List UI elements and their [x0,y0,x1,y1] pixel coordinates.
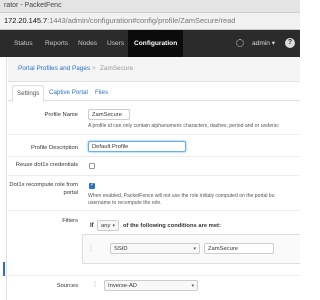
sources-label: Sources [56,283,78,289]
breadcrumb-current: ZamSecure [100,65,134,72]
dot1x-recompute-help-line1: When enabled, PacketFence will not use t… [88,193,275,199]
divider [8,175,300,176]
tab-captive-portal[interactable]: Captive Portal [45,85,92,101]
nav-reports[interactable]: Reports [45,30,68,57]
filters-if: If [90,223,94,229]
caret-down-icon: ▾ [269,40,276,47]
chevron-down-icon: ▾ [193,246,196,252]
admin-menu[interactable]: admin ▾ [252,30,275,57]
dot1x-recompute-label-line1: Dot1x recompute role from [9,182,78,188]
url-path: :1443/admin/configuration#config/profile… [47,16,236,25]
nav-users[interactable]: Users [107,30,124,57]
profile-description-field[interactable]: Default Profile [88,141,186,152]
filters-match-select[interactable]: any ▾ [97,220,119,231]
profile-name-help: A profile id can only contain alphanumer… [88,123,279,129]
dot1x-recompute-checkbox[interactable] [89,182,95,189]
filter-type-value: SSID [114,246,128,252]
sources-select[interactable]: Inverse-AD ▾ [104,280,198,291]
dot1x-recompute-help-line2: username to recompute the role. [88,200,162,206]
sources-value: Inverse-AD [108,283,137,289]
browser-tab-title[interactable]: rator - PacketFenc [4,2,62,9]
profile-name-field[interactable]: ZamSecure [88,109,130,120]
help-icon[interactable]: ? [285,38,295,48]
divider [8,210,300,211]
tab-files[interactable]: Files [91,85,112,101]
url-text[interactable]: 172.20.145.7:1443/admin/configuration#co… [4,16,235,25]
browser-titlebar: rator - PacketFenc [0,0,300,13]
nav-nodes[interactable]: Nodes [78,30,97,57]
profile-name-label: Profile Name [44,112,78,118]
browser-address-bar[interactable]: 172.20.145.7:1443/admin/configuration#co… [0,13,300,30]
url-host: 172.20.145.7 [4,16,48,25]
nav-configuration[interactable]: Configuration [128,30,184,57]
breadcrumb: Portal Profiles and Pages > ZamSecure [8,57,300,82]
chevron-down-icon: ▾ [112,223,115,229]
chevron-down-icon: ▾ [191,283,194,289]
admin-label: admin [252,40,270,47]
divider [8,275,300,276]
profile-description-label: Profile Description [30,145,78,151]
breadcrumb-portal-profiles[interactable]: Portal Profiles and Pages [18,65,90,72]
drag-handle-icon[interactable]: ⋮ [92,281,98,288]
left-gutter [0,57,7,300]
filter-type-select[interactable]: SSID ▾ [110,243,200,254]
filters-suffix: of the following conditions are met: [123,223,221,229]
gear-icon[interactable] [236,39,244,47]
nav-status[interactable]: Status [14,30,33,57]
reuse-dot1x-checkbox[interactable] [89,163,95,169]
tab-settings[interactable]: Settings [12,85,45,102]
dot1x-recompute-label-line2: portal [63,190,78,196]
filters-match-value: any [101,223,111,229]
filter-value-field[interactable]: ZamSecure [204,243,274,254]
reuse-dot1x-label: Reuse dot1x credentials [15,162,78,168]
drag-handle-icon[interactable]: ⋮ [88,245,94,252]
top-navbar: Status Reports Nodes Users Configuration… [0,30,300,57]
focus-marker [3,262,5,276]
tab-bar: Settings Captive Portal Files [8,85,300,102]
breadcrumb-separator: > [92,65,96,72]
divider [8,156,300,157]
divider [8,134,300,135]
filters-label: Filters [62,218,78,224]
